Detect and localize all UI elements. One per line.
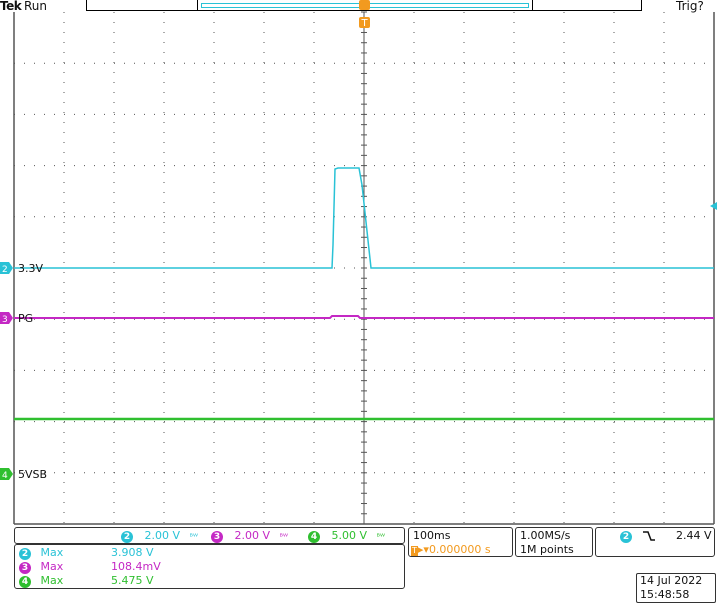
- ch3-badge: 3: [19, 562, 31, 574]
- waveform-display[interactable]: T 2 3 4: [0, 0, 717, 530]
- arrow-icon: ▸▾: [417, 543, 429, 556]
- trigger-t-icon: T: [411, 546, 418, 556]
- falling-edge-icon: [643, 531, 655, 541]
- trigger-position-readout: T▸▾0.000000 s: [411, 543, 491, 556]
- ch4-scale-value: 5.00 V: [331, 529, 368, 542]
- ch2-badge: 2: [620, 531, 632, 543]
- svg-text:2: 2: [2, 265, 8, 275]
- trigger-position-value: 0.000000 s: [428, 543, 491, 556]
- svg-text:4: 4: [2, 471, 8, 481]
- ch4-marker-label: 5VSB: [18, 468, 48, 481]
- ch3-marker[interactable]: 3: [0, 312, 13, 325]
- ch3-badge: 3: [211, 531, 223, 543]
- ch2-marker[interactable]: 2: [0, 262, 13, 275]
- ch3-marker-label: PG: [18, 312, 34, 325]
- bandwidth-limit-icon: ᴮᵂ: [279, 532, 288, 541]
- measurement-row: 4 Max: [19, 574, 63, 588]
- svg-text:3: 3: [2, 315, 8, 325]
- record-length: 1M points: [520, 543, 574, 556]
- measurements-panel[interactable]: 2 Max 3.908 V 3 Max 108.4mV 4 Max 5.475 …: [14, 544, 405, 589]
- time: 15:48:58: [640, 588, 690, 601]
- measurement-value: 3.908 V: [111, 546, 154, 559]
- ch4-scale[interactable]: 4 5.00 V ᴮᵂ: [308, 529, 385, 543]
- timebase-panel[interactable]: 100ms T▸▾0.000000 s: [408, 527, 513, 557]
- measurement-row: 2 Max: [19, 546, 63, 560]
- measurement-type: Max: [40, 574, 64, 587]
- measurement-row: 3 Max: [19, 560, 63, 574]
- measurement-type: Max: [40, 560, 64, 573]
- measurement-value: 5.475 V: [111, 574, 154, 587]
- channel-scale-bar: 2 2.00 V ᴮᵂ 3 2.00 V ᴮᵂ 4 5.00 V ᴮᵂ: [14, 527, 405, 544]
- ch4-badge: 4: [19, 576, 31, 588]
- ch3-scale-value: 2.00 V: [234, 529, 271, 542]
- ch4-marker[interactable]: 4: [0, 468, 13, 481]
- svg-text:T: T: [360, 18, 368, 29]
- acquisition-panel[interactable]: 1.00MS/s 1M points: [515, 527, 593, 557]
- ch4-badge: 4: [308, 531, 320, 543]
- trigger-source: 2: [620, 529, 632, 543]
- ch2-badge: 2: [121, 531, 133, 543]
- bandwidth-limit-icon: ᴮᵂ: [189, 532, 198, 541]
- date: 14 Jul 2022: [640, 574, 703, 587]
- datetime-panel: 14 Jul 2022 15:48:58: [636, 573, 716, 603]
- time-per-division: 100ms: [413, 529, 451, 542]
- ch2-scale[interactable]: 2 2.00 V ᴮᵂ: [121, 529, 198, 543]
- ch2-scale-value: 2.00 V: [144, 529, 181, 542]
- trigger-panel[interactable]: 2 2.44 V: [595, 527, 715, 557]
- trigger-level: 2.44 V: [676, 529, 712, 542]
- measurement-type: Max: [40, 546, 64, 559]
- ch2-marker-label: 3.3V: [18, 262, 44, 275]
- bandwidth-limit-icon: ᴮᵂ: [376, 532, 385, 541]
- measurement-value: 108.4mV: [111, 560, 161, 573]
- ch2-badge: 2: [19, 548, 31, 560]
- sample-rate: 1.00MS/s: [520, 529, 571, 542]
- ch3-scale[interactable]: 3 2.00 V ᴮᵂ: [211, 529, 288, 543]
